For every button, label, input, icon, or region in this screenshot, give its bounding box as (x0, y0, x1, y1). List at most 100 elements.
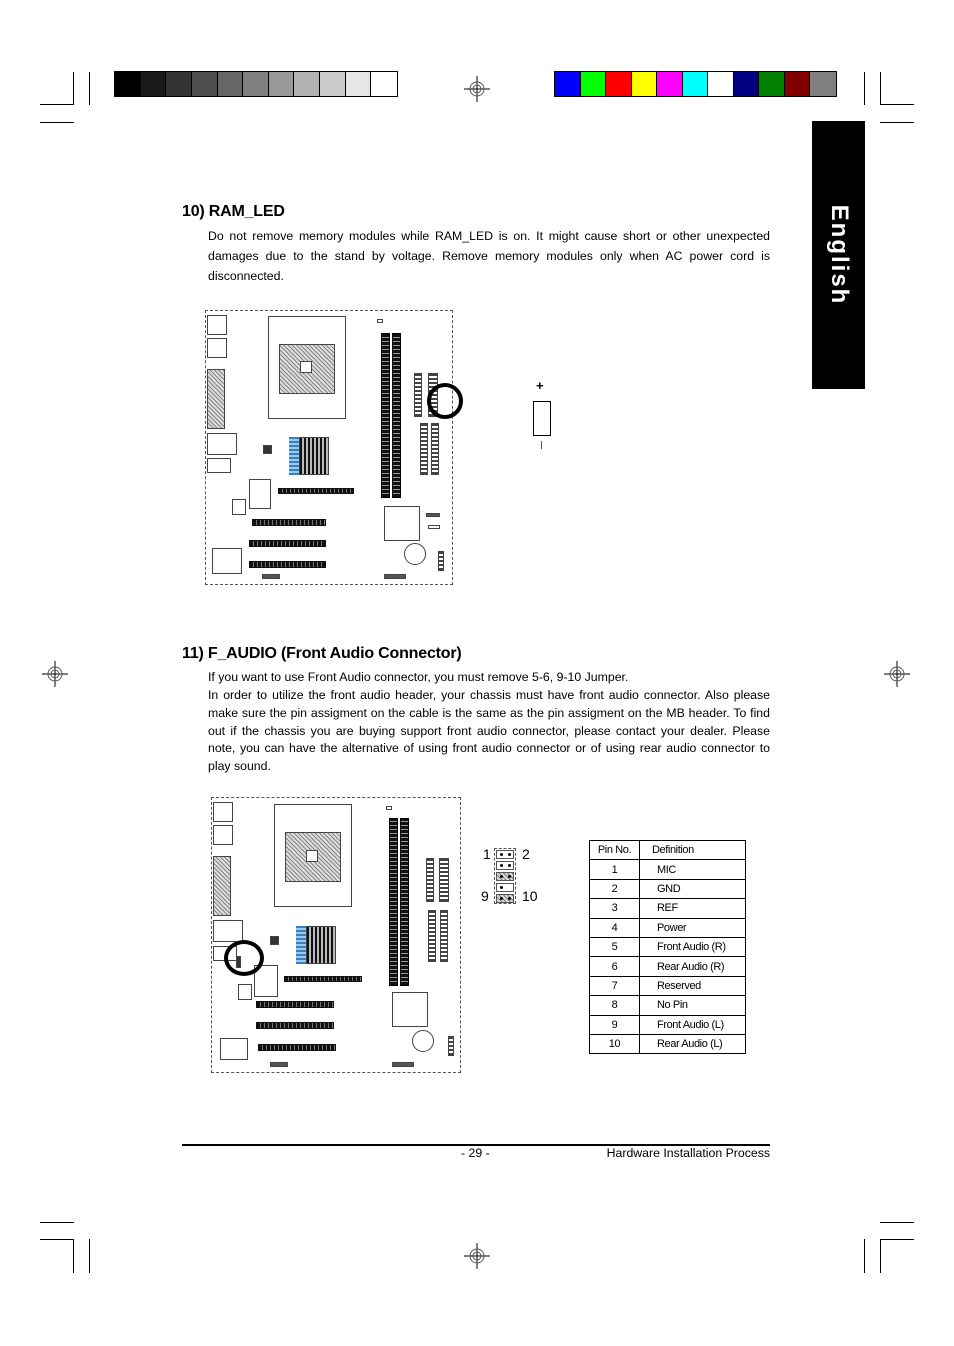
pci-express-slot (284, 976, 362, 982)
pin-number: 7 (589, 975, 640, 997)
io-port (207, 315, 227, 335)
chip (212, 548, 242, 574)
pin-pair-9-10-jumper (496, 894, 514, 903)
pci-slot (256, 1001, 334, 1008)
color-swatch (243, 72, 269, 96)
parallel-port (207, 369, 225, 429)
pci-express-slot (278, 488, 354, 494)
table-row: 2 GND (589, 878, 746, 900)
ide-header (428, 910, 436, 962)
atx-power-connector (426, 858, 434, 902)
southbridge-chip (392, 992, 428, 1027)
table-row: 3 REF (589, 898, 746, 919)
crop-mark (89, 1239, 90, 1273)
color-swatch (784, 72, 811, 96)
page-number: - 29 - (461, 1146, 490, 1160)
led-positive-label: + (536, 378, 544, 393)
crop-mark (880, 122, 914, 123)
pin-definition: Rear Audio (R) (639, 956, 746, 977)
component (270, 936, 279, 945)
crop-mark (880, 1239, 881, 1273)
floppy-header (439, 858, 449, 902)
chip (238, 984, 252, 1000)
color-swatch (606, 72, 632, 96)
header (262, 574, 280, 579)
motherboard-diagram-f-audio (211, 797, 461, 1073)
pin-number: 2 (589, 878, 640, 900)
color-swatch (682, 72, 709, 96)
pci-slot (249, 561, 326, 568)
component (377, 319, 383, 323)
io-port (207, 433, 237, 455)
pci-slot (258, 1044, 336, 1051)
dimm-slot (400, 818, 409, 986)
crop-mark (880, 1222, 914, 1223)
header (426, 513, 440, 517)
pin-pair-3-4 (496, 861, 514, 870)
chipset-blue-label (296, 926, 306, 964)
pin-definition: Front Audio (R) (639, 936, 746, 958)
crop-mark (40, 1222, 74, 1223)
column-header-definition: Definition (639, 839, 746, 861)
chipset-heatsink (306, 926, 336, 964)
cmos-battery (404, 543, 426, 565)
crop-mark (40, 122, 74, 123)
registration-mark-icon (464, 76, 490, 102)
pin-pair-7-8 (496, 883, 514, 892)
component (386, 806, 392, 810)
registration-mark-icon (42, 661, 68, 687)
color-swatch (217, 72, 244, 96)
color-swatch (268, 72, 295, 96)
pin-definition: No Pin (639, 995, 746, 1016)
table-row: 8 No Pin (589, 995, 746, 1016)
southbridge-chip (384, 506, 420, 541)
cpu-socket-center (306, 850, 318, 862)
highlight-circle-ram-led (427, 383, 463, 419)
pin-number: 1 (589, 859, 640, 880)
crop-mark (89, 72, 90, 105)
crop-mark (40, 1239, 74, 1240)
language-label: English (825, 204, 853, 306)
color-calibration-bar (554, 71, 837, 97)
crop-mark (864, 72, 865, 105)
pin-number: 3 (589, 898, 640, 919)
table-row: 10 Rear Audio (L) (589, 1033, 746, 1055)
registration-mark-icon (884, 661, 910, 687)
f-audio-description: In order to utilize the front audio head… (208, 688, 770, 774)
pin-number: 6 (589, 956, 640, 977)
ide-header (420, 423, 428, 475)
language-side-tab: English (812, 121, 865, 389)
section-heading-ram-led: 10) RAM_LED (182, 203, 285, 220)
color-swatch (555, 72, 581, 96)
atx-power-connector (414, 373, 422, 417)
color-swatch (320, 72, 346, 96)
table-row: 7 Reserved (589, 975, 746, 997)
component (263, 445, 272, 454)
color-swatch (191, 72, 218, 96)
ide-header (431, 423, 439, 475)
parallel-port (213, 856, 231, 916)
table-row: 4 Power (589, 917, 746, 938)
pin-definition: Front Audio (L) (639, 1014, 746, 1035)
pin-definition: Power (639, 917, 746, 938)
front-panel-header (448, 1036, 454, 1056)
ram-led-symbol (533, 401, 551, 436)
color-swatch (708, 72, 734, 96)
color-swatch (759, 72, 785, 96)
footer-chapter-title: Hardware Installation Process (606, 1146, 770, 1160)
pin-number: 9 (589, 1014, 640, 1035)
crop-mark (880, 104, 914, 105)
crop-mark (73, 1239, 74, 1273)
section-heading-f-audio: 11) F_AUDIO (Front Audio Connector) (182, 645, 462, 662)
color-swatch (115, 72, 141, 96)
pin-number: 8 (589, 995, 640, 1016)
pin-definition: MIC (639, 859, 746, 880)
header (384, 574, 406, 579)
ram-led-description: Do not remove memory modules while RAM_L… (208, 229, 770, 283)
pci-slot (252, 519, 326, 526)
pin-definition: REF (639, 898, 746, 919)
color-swatch (166, 72, 192, 96)
chip (249, 479, 271, 509)
io-port (207, 458, 231, 473)
color-swatch (810, 72, 836, 96)
